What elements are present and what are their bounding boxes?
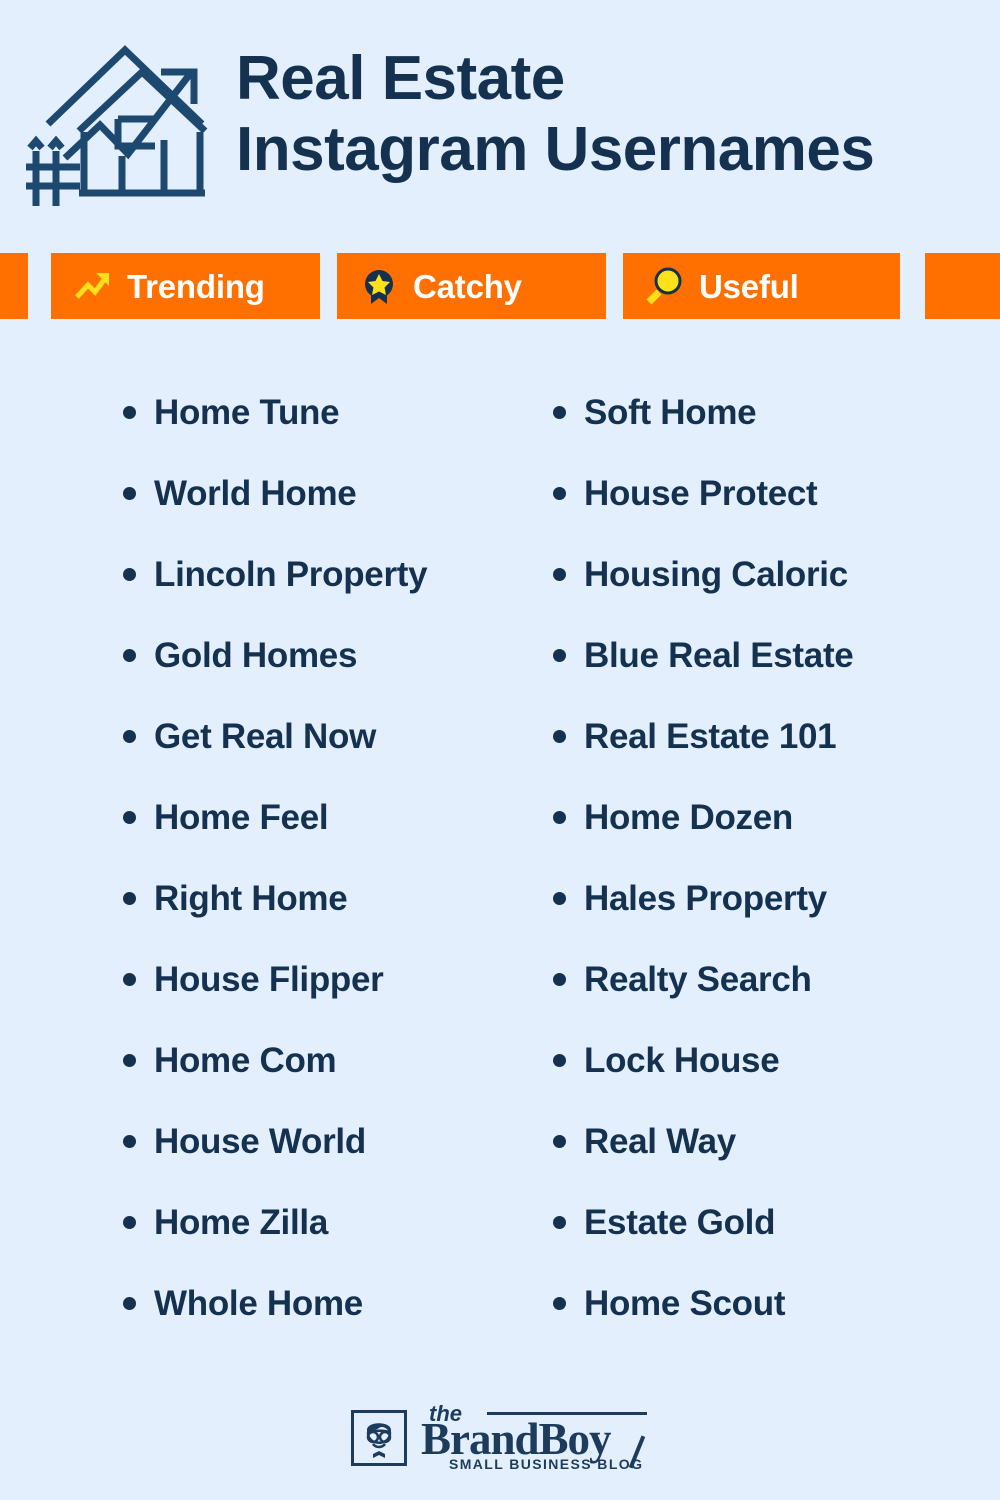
- list-item: Home Zilla: [110, 1182, 530, 1263]
- bullet-icon: [553, 973, 566, 986]
- list-item-label: Gold Homes: [154, 636, 358, 675]
- footer-branding: the BrandBoy SMALL BUSINESS BLOG: [0, 1388, 1000, 1488]
- bullet-icon: [123, 1297, 136, 1310]
- bullet-icon: [123, 649, 136, 662]
- bullet-icon: [123, 487, 136, 500]
- bullet-icon: [553, 1216, 566, 1229]
- page-title: Real Estate Instagram Usernames: [236, 44, 875, 185]
- header: Real Estate Instagram Usernames: [0, 0, 1000, 225]
- list-item: House Protect: [540, 453, 960, 534]
- bullet-icon: [553, 1054, 566, 1067]
- bullet-icon: [553, 406, 566, 419]
- list-item-label: Realty Search: [584, 960, 812, 999]
- list-item-label: Lock House: [584, 1041, 780, 1080]
- list-item-label: Home Tune: [154, 393, 340, 432]
- badge-trending-label: Trending: [127, 267, 265, 305]
- badge-trending[interactable]: Trending: [51, 253, 320, 319]
- list-item: Hales Property: [540, 858, 960, 939]
- list-item: Lincoln Property: [110, 534, 530, 615]
- list-item: Home Feel: [110, 777, 530, 858]
- list-item-label: World Home: [154, 474, 357, 513]
- list-item-label: Blue Real Estate: [584, 636, 854, 675]
- list-item: Gold Homes: [110, 615, 530, 696]
- boy-with-glasses-avatar-icon: [351, 1410, 407, 1466]
- list-item-label: Get Real Now: [154, 717, 377, 756]
- badge-catchy[interactable]: Catchy: [337, 253, 606, 319]
- list-item-label: House Protect: [584, 474, 818, 513]
- list-item-label: House Flipper: [154, 960, 384, 999]
- bullet-icon: [553, 649, 566, 662]
- bullet-icon: [123, 1054, 136, 1067]
- bullet-icon: [123, 1135, 136, 1148]
- magnifying-glass-icon: [646, 267, 682, 305]
- house-growth-arrow-icon: [26, 45, 208, 206]
- list-item: Real Way: [540, 1101, 960, 1182]
- bullet-icon: [123, 892, 136, 905]
- bullet-icon: [123, 568, 136, 581]
- list-item: Home Com: [110, 1020, 530, 1101]
- badge-bar: Trending Catchy Useful: [0, 253, 1000, 319]
- list-item-label: Hales Property: [584, 879, 827, 918]
- username-list-right-column: Soft Home House Protect Housing Caloric …: [540, 372, 960, 1362]
- list-item: Lock House: [540, 1020, 960, 1101]
- list-item-label: Home Com: [154, 1041, 337, 1080]
- bullet-icon: [553, 892, 566, 905]
- list-item: Blue Real Estate: [540, 615, 960, 696]
- badge-useful-label: Useful: [699, 267, 799, 305]
- bullet-icon: [123, 1216, 136, 1229]
- list-item: House World: [110, 1101, 530, 1182]
- bullet-icon: [553, 1297, 566, 1310]
- bullet-icon: [123, 973, 136, 986]
- list-item: Home Scout: [540, 1263, 960, 1344]
- list-item-label: Estate Gold: [584, 1203, 776, 1242]
- list-item: Whole Home: [110, 1263, 530, 1344]
- list-item-label: Home Dozen: [584, 798, 793, 837]
- list-item-label: Lincoln Property: [154, 555, 428, 594]
- bullet-icon: [553, 568, 566, 581]
- list-item-label: Real Estate 101: [584, 717, 837, 756]
- list-item-label: Whole Home: [154, 1284, 363, 1323]
- list-item: Get Real Now: [110, 696, 530, 777]
- wordmark-tagline: SMALL BUSINESS BLOG: [449, 1456, 644, 1472]
- bullet-icon: [553, 1135, 566, 1148]
- list-item-label: House World: [154, 1122, 366, 1161]
- username-list-left-column: Home Tune World Home Lincoln Property Go…: [110, 372, 530, 1362]
- list-item-label: Housing Caloric: [584, 555, 848, 594]
- badge-catchy-label: Catchy: [413, 267, 522, 305]
- bullet-icon: [123, 406, 136, 419]
- badge-bar-left-edge-block: [0, 253, 28, 319]
- brandboy-wordmark: the BrandBoy SMALL BUSINESS BLOG: [421, 1403, 649, 1472]
- badge-useful[interactable]: Useful: [623, 253, 900, 319]
- page-title-line-1: Real Estate: [236, 44, 565, 113]
- list-item-label: Home Scout: [584, 1284, 786, 1323]
- list-item: Realty Search: [540, 939, 960, 1020]
- bullet-icon: [553, 730, 566, 743]
- award-ribbon-star-icon: [365, 270, 393, 304]
- list-item-label: Right Home: [154, 879, 348, 918]
- list-item: Real Estate 101: [540, 696, 960, 777]
- list-item: House Flipper: [110, 939, 530, 1020]
- bullet-icon: [123, 811, 136, 824]
- list-item: World Home: [110, 453, 530, 534]
- bullet-icon: [123, 730, 136, 743]
- badge-bar-right-edge-block: [925, 253, 1000, 319]
- page-title-line-2: Instagram Usernames: [236, 114, 875, 184]
- list-item: Soft Home: [540, 372, 960, 453]
- list-item-label: Real Way: [584, 1122, 736, 1161]
- bullet-icon: [553, 811, 566, 824]
- list-item-label: Home Feel: [154, 798, 329, 837]
- list-item: Estate Gold: [540, 1182, 960, 1263]
- list-item-label: Soft Home: [584, 393, 757, 432]
- list-item: Right Home: [110, 858, 530, 939]
- list-item-label: Home Zilla: [154, 1203, 328, 1242]
- bullet-icon: [553, 487, 566, 500]
- trending-arrow-icon: [75, 273, 109, 299]
- list-item: Home Dozen: [540, 777, 960, 858]
- username-list: Home Tune World Home Lincoln Property Go…: [0, 372, 1000, 1362]
- list-item: Housing Caloric: [540, 534, 960, 615]
- list-item: Home Tune: [110, 372, 530, 453]
